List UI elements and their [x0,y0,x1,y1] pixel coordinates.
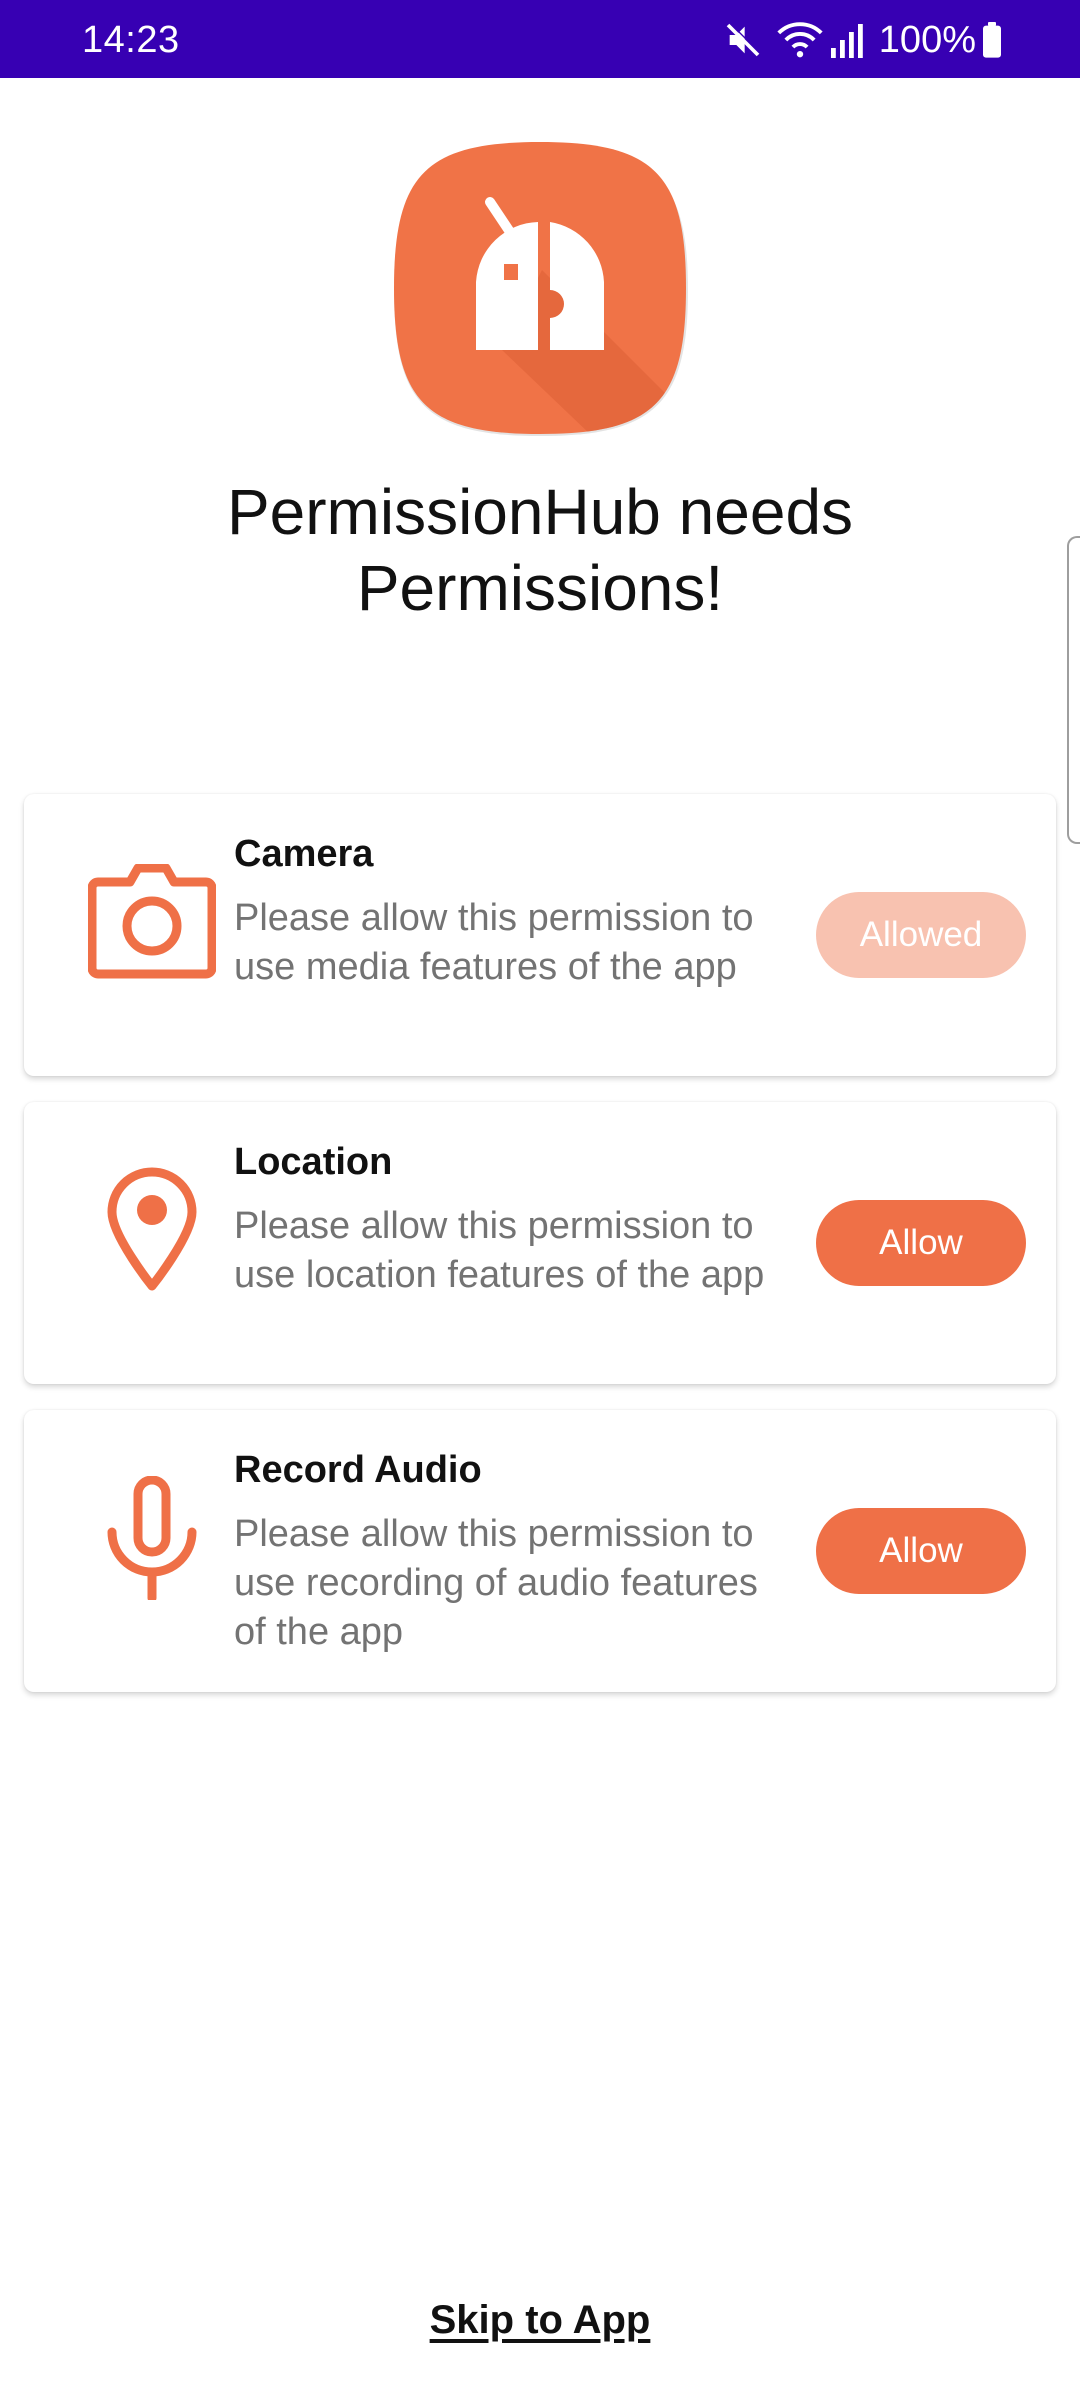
permission-description: Please allow this permission to use medi… [234,897,754,988]
status-time: 14:23 [82,19,180,61]
battery-percentage: 100% [878,19,976,61]
location-pin-icon [60,1138,244,1322]
mute-icon [723,20,763,60]
skip-to-app-link[interactable]: Skip to App [340,2296,740,2344]
status-bar: 14:23 100% [0,0,1080,78]
location-allow-button[interactable]: Allow [816,1200,1026,1286]
permission-card-camera: Camera Please allow this permission to u… [24,794,1056,1076]
camera-allowed-button[interactable]: Allowed [816,892,1026,978]
status-icons: 100% [723,18,1002,62]
permission-title: Camera [234,833,374,875]
page-title: PermissionHub needs Permissions! [226,476,854,624]
permission-title: Location [234,1141,393,1183]
permissionhub-logo-icon [392,140,688,436]
battery-icon [982,22,1002,58]
wifi-icon [777,20,823,60]
permission-description: Please allow this permission to use reco… [234,1513,758,1653]
permission-card-record-audio: Record Audio Please allow this permissio… [24,1410,1056,1692]
camera-icon [60,830,244,1014]
microphone-icon [60,1446,244,1630]
permission-screen: 14:23 100% PermissionHub needs Permissio… [0,0,1080,2400]
permission-description: Please allow this permission to use loca… [234,1205,765,1296]
permission-title: Record Audio [234,1449,482,1491]
edge-panel-handle[interactable] [1067,536,1080,844]
signal-icon [829,20,865,60]
permission-card-location: Location Please allow this permission to… [24,1102,1056,1384]
record-audio-allow-button[interactable]: Allow [816,1508,1026,1594]
